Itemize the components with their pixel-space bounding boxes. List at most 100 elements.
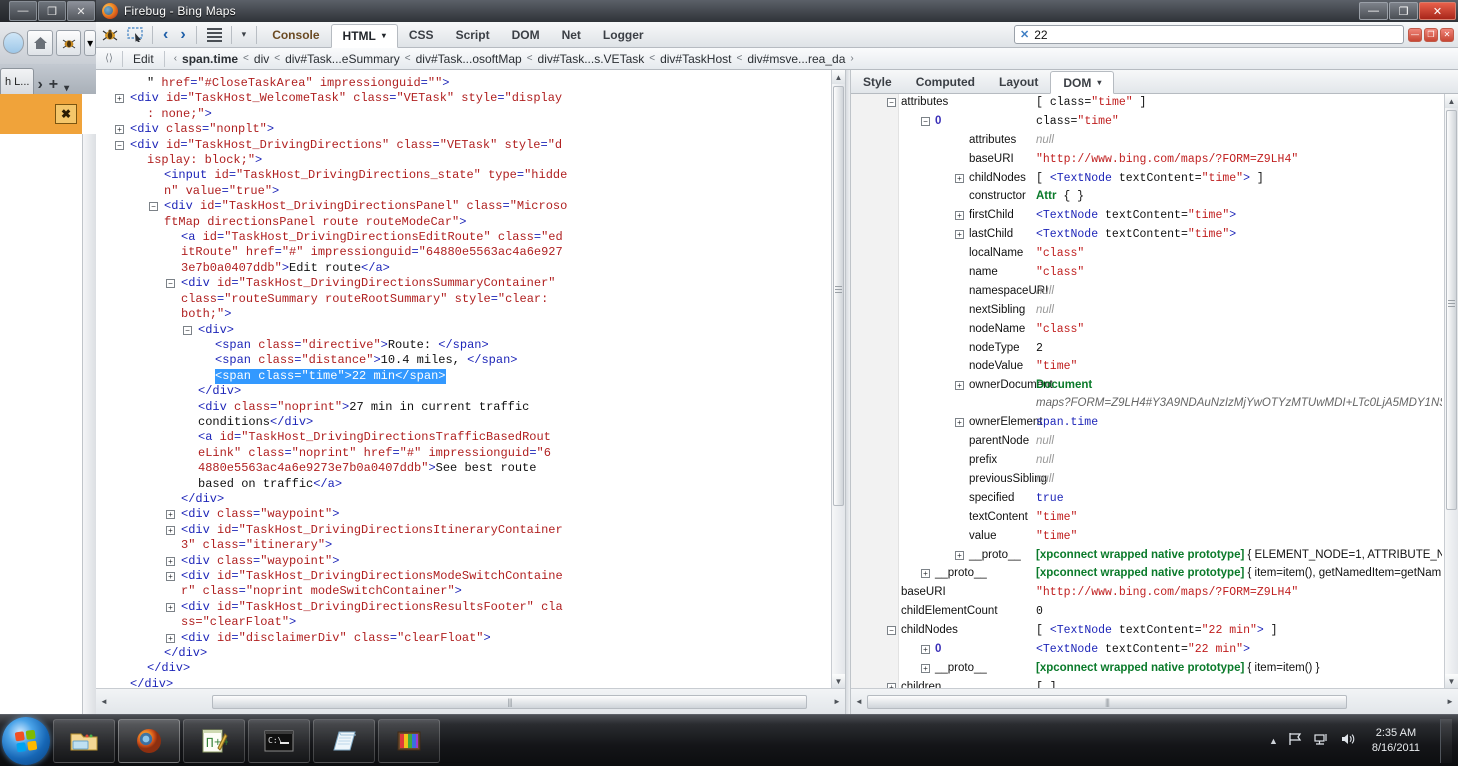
dom-panel-vertical-scrollbar[interactable]: ▲ ▼ [1444, 94, 1458, 688]
collapse-twisty-icon[interactable]: − [115, 140, 124, 150]
scroll-up-icon[interactable]: ▲ [832, 70, 845, 84]
dom-property-row[interactable]: name "class" [851, 264, 1444, 283]
history-back-icon[interactable]: ‹ [157, 26, 174, 44]
breadcrumb-item-2[interactable]: div#Task...eSummary [285, 52, 400, 66]
scroll-right-icon[interactable]: ► [829, 694, 845, 709]
dom-property-row[interactable]: +0 <TextNode textContent="22 min"> [851, 641, 1444, 660]
dom-property-row[interactable]: − childNodes [ <TextNode textContent="22 m… [851, 622, 1444, 642]
dom-property-row[interactable]: previousSibling null [851, 471, 1444, 490]
maximize-button[interactable]: ❐ [1389, 2, 1418, 20]
flag-action-center-icon[interactable] [1288, 732, 1304, 749]
html-source-line[interactable]: <span class="time">22 min</span> [100, 368, 827, 385]
html-source-line[interactable]: + <div class="waypoint"> [100, 554, 827, 569]
breadcrumb-item-3[interactable]: div#Task...osoftMap [416, 52, 522, 66]
html-source-line[interactable]: ss="clearFloat"> [100, 615, 827, 630]
clock[interactable]: 2:35 AM 8/16/2011 [1366, 726, 1426, 756]
expand-twisty-icon[interactable]: + [166, 633, 175, 643]
horizontal-scrollbar-thumb[interactable]: ||| [867, 694, 1347, 709]
minimize-button[interactable]: — [1359, 2, 1388, 20]
chevron-down-icon[interactable]: ▾ [1097, 78, 1101, 87]
scrollbar-thumb[interactable] [833, 86, 844, 506]
expand-twisty-icon[interactable]: + [166, 602, 175, 612]
tab-net[interactable]: Net [551, 23, 592, 47]
breadcrumb-item-0[interactable]: span.time [182, 52, 238, 66]
html-source-line[interactable]: − <div id="TaskHost_DrivingDirections" cl… [100, 138, 827, 153]
breadcrumb-scroll-right-icon[interactable]: › [845, 53, 858, 64]
expand-twisty-icon[interactable]: + [115, 94, 124, 104]
dom-property-row[interactable]: baseURI "http://www.bing.com/maps/?FORM=Z… [851, 150, 1444, 170]
dom-property-row[interactable]: + __proto__ [xpconnect wrapped native prot… [851, 659, 1444, 679]
collapse-twisty-icon[interactable]: − [921, 116, 930, 126]
background-minimize-button[interactable]: — [9, 1, 37, 21]
dom-property-row[interactable]: localName "class" [851, 245, 1444, 265]
scroll-down-icon[interactable]: ▼ [1445, 674, 1458, 688]
firebug-menu-icon[interactable] [203, 24, 227, 46]
expand-twisty-icon[interactable]: + [955, 381, 964, 391]
expand-twisty-icon[interactable]: + [115, 125, 124, 135]
chevron-down-icon[interactable]: ▾ [382, 31, 386, 40]
html-source-line[interactable]: eLink" class="noprint" href="#" impressi… [100, 446, 827, 461]
breadcrumb-item-5[interactable]: div#TaskHost [660, 52, 731, 66]
html-source-line[interactable]: + <div id="TaskHost_WelcomeTask" class="V… [100, 91, 827, 106]
firebug-close-button[interactable]: ✕ [1440, 27, 1454, 42]
taskbar-item-command-prompt[interactable]: C:\ [248, 718, 310, 763]
dom-property-row[interactable]: namespaceURI null [851, 282, 1444, 302]
html-source-line[interactable]: <span class="directive">Route: </span> [100, 338, 827, 353]
expand-twisty-icon[interactable]: + [921, 663, 930, 673]
code-brackets-icon[interactable]: ⟨⟩ [96, 53, 122, 64]
firebug-bug-icon[interactable] [55, 30, 82, 56]
taskbar-item-winrar[interactable] [378, 718, 440, 763]
scrollbar-thumb[interactable] [1446, 110, 1457, 510]
taskbar-item-firefox[interactable] [118, 718, 180, 763]
collapse-twisty-icon[interactable]: − [149, 202, 158, 212]
firebug-menu-caret-icon[interactable]: ▾ [84, 30, 97, 56]
volume-icon[interactable] [1340, 732, 1356, 749]
dom-property-row[interactable]: + childNodes [ <TextNode textContent="time… [851, 169, 1444, 189]
tab-css[interactable]: CSS [398, 23, 445, 47]
html-source-line[interactable]: conditions</div> [100, 415, 827, 430]
scroll-up-icon[interactable]: ▲ [1445, 94, 1458, 108]
html-source-line[interactable]: </div> [100, 646, 827, 661]
scroll-left-icon[interactable]: ◄ [851, 694, 867, 709]
tab-list-caret-icon[interactable]: ▾ [61, 83, 72, 94]
collapse-twisty-icon[interactable]: − [166, 279, 175, 289]
background-close-button[interactable]: ✕ [67, 1, 95, 21]
html-source-line[interactable]: 3e7b0a0407ddb">Edit route</a> [100, 261, 827, 276]
horizontal-scroll-track[interactable]: ||| [112, 694, 829, 709]
expand-twisty-icon[interactable]: + [166, 510, 175, 520]
firebug-restore-button[interactable]: ❐ [1424, 27, 1438, 42]
dom-property-row[interactable]: + __proto__ [xpconnect wrapped native prot… [851, 546, 1444, 566]
html-source-line[interactable]: 4880e5563ac4a6e9273e7b0a0407ddb">See bes… [100, 461, 827, 476]
dom-property-row[interactable]: + children[ ] [851, 678, 1444, 688]
html-source-line[interactable]: <a id="TaskHost_DrivingDirectionsTraffic… [100, 430, 827, 445]
show-desktop-button[interactable] [1440, 718, 1452, 763]
breadcrumb-item-4[interactable]: div#Task...s.VETask [538, 52, 645, 66]
html-source-line[interactable]: class = "routeSummary routeRootSummary" st… [100, 292, 827, 307]
expand-twisty-icon[interactable]: + [955, 173, 964, 183]
close-badge-icon[interactable]: ✖ [55, 104, 77, 124]
network-icon[interactable] [1314, 732, 1330, 749]
tab-layout[interactable]: Layout [987, 70, 1050, 93]
html-source-line[interactable]: + <div id="TaskHost_DrivingDirectionsItin… [100, 523, 827, 538]
selected-html-node[interactable]: <span class="time">22 min</span> [215, 368, 446, 385]
horizontal-scrollbar-thumb[interactable]: ||| [212, 694, 807, 709]
search-input-value[interactable]: 22 [1034, 28, 1047, 42]
firebug-search-box[interactable]: ✕ 22 [1014, 25, 1404, 44]
html-source-line[interactable]: − <div id="TaskHost_DrivingDirectionsSumm… [100, 276, 827, 291]
expand-twisty-icon[interactable]: + [166, 525, 175, 535]
background-page-scrollbar[interactable] [82, 134, 96, 714]
html-source-line[interactable]: + <div class="nonplt"> [100, 122, 827, 137]
back-button-icon[interactable] [3, 32, 25, 54]
clear-search-icon[interactable]: ✕ [1020, 28, 1029, 41]
taskbar-item-explorer[interactable] [53, 718, 115, 763]
expand-twisty-icon[interactable]: + [955, 211, 964, 221]
html-source-line[interactable]: <input id="TaskHost_DrivingDirections_st… [100, 168, 827, 183]
tab-html[interactable]: HTML ▾ [330, 23, 398, 48]
html-source-line[interactable]: + <div id="disclaimerDiv" class="clearFlo… [100, 631, 827, 646]
tab-style[interactable]: Style [851, 70, 904, 93]
html-panel-vertical-scrollbar[interactable]: ▲ ▼ [831, 70, 845, 688]
breadcrumb-scroll-left-icon[interactable]: ‹ [169, 53, 182, 64]
html-source-line[interactable]: − <div id="TaskHost_DrivingDirectionsPane… [100, 199, 827, 214]
dom-property-row[interactable]: nodeType 2 [851, 339, 1444, 359]
scroll-down-icon[interactable]: ▼ [832, 674, 845, 688]
